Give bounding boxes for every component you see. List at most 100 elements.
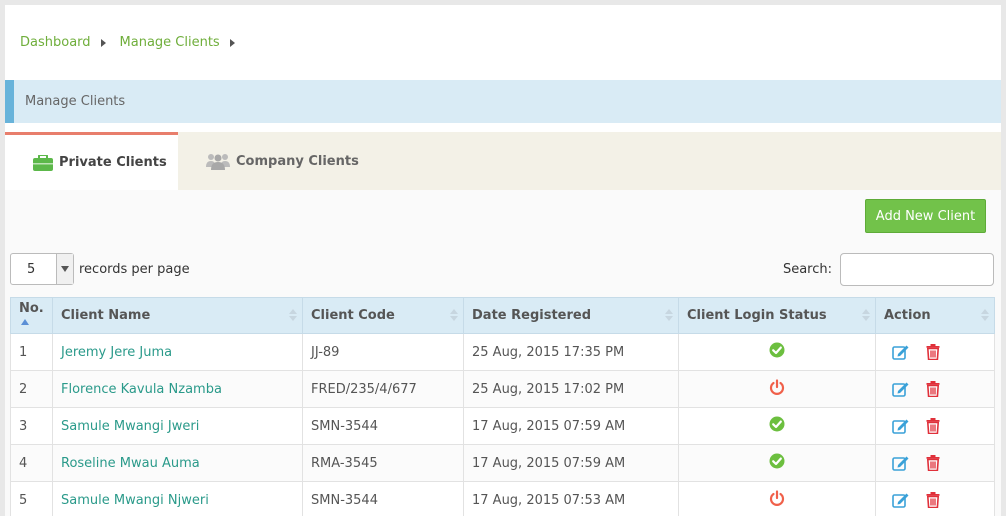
delete-icon[interactable] xyxy=(926,455,940,471)
cell-login-status xyxy=(678,333,876,371)
table-row: 1 Jeremy Jere Juma JJ-89 25 Aug, 2015 17… xyxy=(10,333,995,371)
chevron-right-icon xyxy=(100,38,106,47)
cell-no: 5 xyxy=(10,481,53,516)
cell-date-registered: 17 Aug, 2015 07:53 AM xyxy=(463,481,679,516)
table-row: 2 Florence Kavula Nzamba FRED/235/4/677 … xyxy=(10,370,995,408)
client-name-link[interactable]: Samule Mwangi Njweri xyxy=(61,493,209,508)
cell-client-code: RMA-3545 xyxy=(302,444,464,482)
page-size-value: 5 xyxy=(27,261,36,277)
column-header-login-status[interactable]: Client Login Status xyxy=(678,297,876,334)
column-header-action[interactable]: Action xyxy=(875,297,995,334)
delete-icon[interactable] xyxy=(926,381,940,397)
status-inactive-power-icon xyxy=(769,379,785,395)
column-header-client-name-label: Client Name xyxy=(61,308,151,323)
cell-login-status xyxy=(678,444,876,482)
clients-table: No. Client Name Client Code Date Registe… xyxy=(10,297,995,516)
sort-icon xyxy=(981,309,989,321)
briefcase-icon xyxy=(33,154,53,171)
client-name-link[interactable]: Florence Kavula Nzamba xyxy=(61,382,222,397)
edit-icon[interactable] xyxy=(892,492,910,508)
search-label: Search: xyxy=(782,262,832,277)
page: Dashboard Manage Clients Manage Clients … xyxy=(5,5,1001,516)
tab-bar: Private Clients Company Clients xyxy=(5,132,1001,190)
column-header-no[interactable]: No. xyxy=(10,297,53,334)
cell-no: 2 xyxy=(10,370,53,408)
cell-date-registered: 17 Aug, 2015 07:59 AM xyxy=(463,407,679,445)
cell-client-name: Florence Kavula Nzamba xyxy=(52,370,303,408)
sort-icon xyxy=(289,309,297,321)
section-title: Manage Clients xyxy=(25,94,126,109)
delete-icon[interactable] xyxy=(926,418,940,434)
tab-company-clients-label: Company Clients xyxy=(236,153,359,169)
delete-icon[interactable] xyxy=(926,492,940,508)
client-name-link[interactable]: Samule Mwangi Jweri xyxy=(61,419,199,434)
column-header-client-name[interactable]: Client Name xyxy=(52,297,303,334)
breadcrumb: Dashboard Manage Clients xyxy=(20,35,249,50)
client-name-link[interactable]: Roseline Mwau Auma xyxy=(61,456,200,471)
cell-date-registered: 17 Aug, 2015 07:59 AM xyxy=(463,444,679,482)
status-active-check-icon xyxy=(769,453,785,469)
cell-client-name: Samule Mwangi Njweri xyxy=(52,481,303,516)
cell-no: 3 xyxy=(10,407,53,445)
column-header-date-registered[interactable]: Date Registered xyxy=(463,297,679,334)
breadcrumb-manage-clients[interactable]: Manage Clients xyxy=(120,35,220,50)
column-header-no-label: No. xyxy=(19,300,44,316)
search-input[interactable] xyxy=(840,253,994,286)
cell-action xyxy=(875,370,995,408)
column-header-date-registered-label: Date Registered xyxy=(472,308,592,323)
chevron-down-icon xyxy=(56,254,73,284)
edit-icon[interactable] xyxy=(892,344,910,360)
users-icon xyxy=(206,152,230,170)
clients-panel: Add New Client 5 records per page Search… xyxy=(5,190,1001,516)
cell-login-status xyxy=(678,370,876,408)
search-control: Search: xyxy=(783,253,994,286)
status-active-check-icon xyxy=(769,416,785,432)
tab-private-clients-label: Private Clients xyxy=(59,155,167,170)
sort-icon xyxy=(665,309,673,321)
edit-icon[interactable] xyxy=(892,418,910,434)
chevron-right-icon xyxy=(229,38,235,47)
edit-icon[interactable] xyxy=(892,455,910,471)
breadcrumb-dashboard[interactable]: Dashboard xyxy=(20,35,91,50)
cell-no: 4 xyxy=(10,444,53,482)
status-inactive-power-icon xyxy=(769,490,785,506)
page-size-select[interactable]: 5 xyxy=(10,253,74,285)
table-row: 3 Samule Mwangi Jweri SMN-3544 17 Aug, 2… xyxy=(10,407,995,445)
cell-client-code: JJ-89 xyxy=(302,333,464,371)
tab-company-clients[interactable]: Company Clients xyxy=(178,132,378,190)
table-header-row: No. Client Name Client Code Date Registe… xyxy=(10,297,995,334)
page-length-control: 5 records per page xyxy=(10,253,190,285)
cell-action xyxy=(875,333,995,371)
cell-client-name: Roseline Mwau Auma xyxy=(52,444,303,482)
column-header-client-code-label: Client Code xyxy=(311,308,395,323)
cell-client-code: SMN-3544 xyxy=(302,481,464,516)
cell-action xyxy=(875,407,995,445)
cell-client-name: Jeremy Jere Juma xyxy=(52,333,303,371)
client-name-link[interactable]: Jeremy Jere Juma xyxy=(61,345,172,360)
tab-private-clients[interactable]: Private Clients xyxy=(5,132,178,190)
cell-client-code: FRED/235/4/677 xyxy=(302,370,464,408)
status-active-check-icon xyxy=(769,342,785,358)
edit-icon[interactable] xyxy=(892,381,910,397)
table-row: 5 Samule Mwangi Njweri SMN-3544 17 Aug, … xyxy=(10,481,995,516)
cell-no: 1 xyxy=(10,333,53,371)
delete-icon[interactable] xyxy=(926,344,940,360)
column-header-action-label: Action xyxy=(884,308,931,323)
records-per-page-label: records per page xyxy=(79,261,190,277)
sort-icon xyxy=(450,309,458,321)
cell-date-registered: 25 Aug, 2015 17:35 PM xyxy=(463,333,679,371)
column-header-login-status-label: Client Login Status xyxy=(687,308,827,323)
cell-login-status xyxy=(678,407,876,445)
sort-icon xyxy=(862,309,870,321)
table-row: 4 Roseline Mwau Auma RMA-3545 17 Aug, 20… xyxy=(10,444,995,482)
sort-ascending-icon xyxy=(21,318,29,325)
column-header-client-code[interactable]: Client Code xyxy=(302,297,464,334)
cell-login-status xyxy=(678,481,876,516)
cell-client-code: SMN-3544 xyxy=(302,407,464,445)
cell-client-name: Samule Mwangi Jweri xyxy=(52,407,303,445)
section-header: Manage Clients xyxy=(5,80,1001,123)
cell-action xyxy=(875,481,995,516)
cell-date-registered: 25 Aug, 2015 17:02 PM xyxy=(463,370,679,408)
cell-action xyxy=(875,444,995,482)
add-new-client-button[interactable]: Add New Client xyxy=(865,199,986,233)
